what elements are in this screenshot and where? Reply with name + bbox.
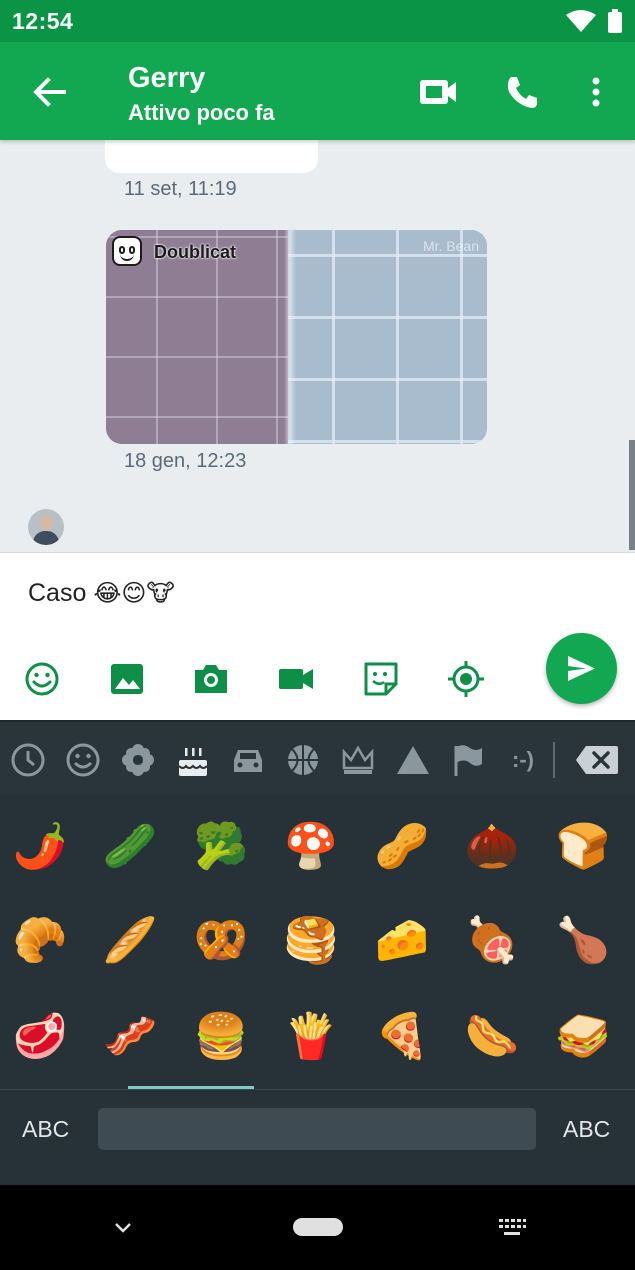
sticker-icon[interactable]	[361, 659, 401, 699]
emoji-key[interactable]: 🌭	[460, 1005, 524, 1069]
send-button[interactable]	[546, 633, 617, 704]
abc-switch-left[interactable]: ABC	[22, 1116, 69, 1143]
message-input-emojis: 😂😊🐮	[93, 579, 175, 607]
emoji-key[interactable]: 🥓	[98, 1005, 162, 1069]
more-vert-icon[interactable]	[580, 68, 612, 116]
emoji-key[interactable]: 🍗	[551, 909, 615, 973]
recent-clock-icon[interactable]	[6, 738, 50, 782]
emoticon-text-icon[interactable]: :-)	[501, 738, 545, 782]
back-arrow-icon[interactable]	[26, 70, 74, 114]
emoji-icon[interactable]	[22, 659, 62, 699]
contact-name[interactable]: Gerry	[128, 62, 205, 95]
emoji-key[interactable]: 🥖	[98, 909, 162, 973]
video-icon[interactable]	[276, 659, 316, 699]
emoji-key[interactable]: 🥜	[370, 815, 434, 879]
wifi-icon	[566, 10, 596, 37]
emoji-key[interactable]: 🍄	[279, 815, 343, 879]
keyboard-bottom-row: ABC ABC	[0, 1089, 635, 1185]
emoji-key[interactable]: 🧀	[370, 909, 434, 973]
emoji-key[interactable]: 🌶️	[8, 815, 72, 879]
nav-back-chevron-icon[interactable]	[110, 1215, 136, 1241]
emoji-key[interactable]: 🍞	[551, 815, 615, 879]
flower-icon[interactable]	[116, 738, 160, 782]
cake-icon[interactable]	[171, 738, 215, 782]
nav-home-pill[interactable]	[293, 1218, 343, 1236]
nav-keyboard-icon[interactable]	[496, 1215, 528, 1241]
emoji-key[interactable]: 🥪	[551, 1005, 615, 1069]
video-camera-icon[interactable]	[414, 72, 462, 112]
camera-icon[interactable]	[191, 659, 231, 699]
status-bar: 12:54	[0, 0, 635, 42]
emoji-key[interactable]: 🍟	[279, 1005, 343, 1069]
send-icon	[568, 656, 595, 681]
media-brand-label: Doublicat	[154, 242, 237, 262]
doublicat-logo-icon	[112, 236, 142, 266]
message-timestamp: 18 gen, 12:23	[124, 450, 247, 472]
smiley-icon[interactable]	[61, 738, 105, 782]
chat-area[interactable]: 11 set, 11:19 Doublicat Mr. Bean 18 gen,…	[0, 140, 635, 552]
emoji-key[interactable]: 🍔	[189, 1005, 253, 1069]
location-icon[interactable]	[446, 659, 486, 699]
message-composer: Caso 😂😊🐮	[0, 552, 635, 720]
car-icon[interactable]	[226, 738, 270, 782]
message-input[interactable]: Caso 😂😊🐮	[28, 579, 175, 608]
system-nav-bar	[0, 1185, 635, 1270]
app-bar: Gerry Attivo poco fa	[0, 42, 635, 140]
avatar[interactable]	[28, 509, 64, 545]
status-time: 12:54	[12, 8, 74, 34]
emoji-key[interactable]: 🥞	[279, 909, 343, 973]
message-bubble[interactable]	[105, 140, 318, 173]
abc-switch-right[interactable]: ABC	[563, 1116, 610, 1143]
message-timestamp: 11 set, 11:19	[124, 178, 237, 200]
triangle-icon[interactable]	[391, 738, 435, 782]
emoji-key[interactable]: 🥨	[189, 909, 253, 973]
emoji-key[interactable]: 🥒	[98, 815, 162, 879]
emoji-grid: 🌶️ 🥒 🥦 🍄 🥜 🌰 🍞 🥐 🥖 🥨 🥞 🧀 🍖 🍗 🥩 🥓 🍔 🍟 🍕 🌭…	[0, 795, 635, 1088]
battery-icon	[608, 9, 622, 33]
media-frame-right	[288, 230, 487, 444]
contact-status: Attivo poco fa	[128, 100, 275, 125]
emoji-key[interactable]: 🌰	[460, 815, 524, 879]
flag-icon[interactable]	[446, 738, 490, 782]
emoji-category-bar: :-)	[0, 720, 635, 795]
scrollbar[interactable]	[629, 440, 635, 550]
emoji-key[interactable]: 🥩	[8, 1005, 72, 1069]
emoji-key[interactable]: 🍖	[460, 909, 524, 973]
media-watermark: Mr. Bean	[422, 238, 479, 254]
message-input-text: Caso	[28, 579, 87, 607]
phone-icon[interactable]	[498, 68, 546, 116]
image-icon[interactable]	[107, 659, 147, 699]
space-bar[interactable]	[98, 1108, 536, 1150]
backspace-icon[interactable]	[574, 744, 620, 776]
crown-icon[interactable]	[336, 738, 380, 782]
basketball-icon[interactable]	[281, 738, 325, 782]
emoji-key[interactable]: 🥐	[8, 909, 72, 973]
emoji-key[interactable]: 🍕	[370, 1005, 434, 1069]
emoji-keyboard: :-) 🌶️ 🥒 🥦 🍄 🥜 🌰 🍞 🥐 🥖 🥨 🥞 🧀 🍖 🍗 🥩 🥓 🍔 🍟…	[0, 720, 635, 1185]
media-message[interactable]: Doublicat Mr. Bean	[106, 230, 487, 444]
emoji-key[interactable]: 🥦	[189, 815, 253, 879]
